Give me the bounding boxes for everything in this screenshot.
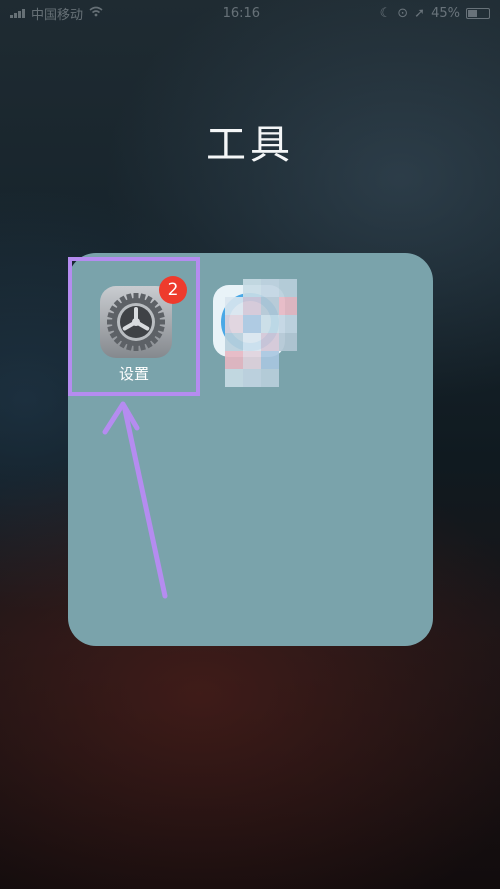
annotation-arrow [102,401,168,599]
